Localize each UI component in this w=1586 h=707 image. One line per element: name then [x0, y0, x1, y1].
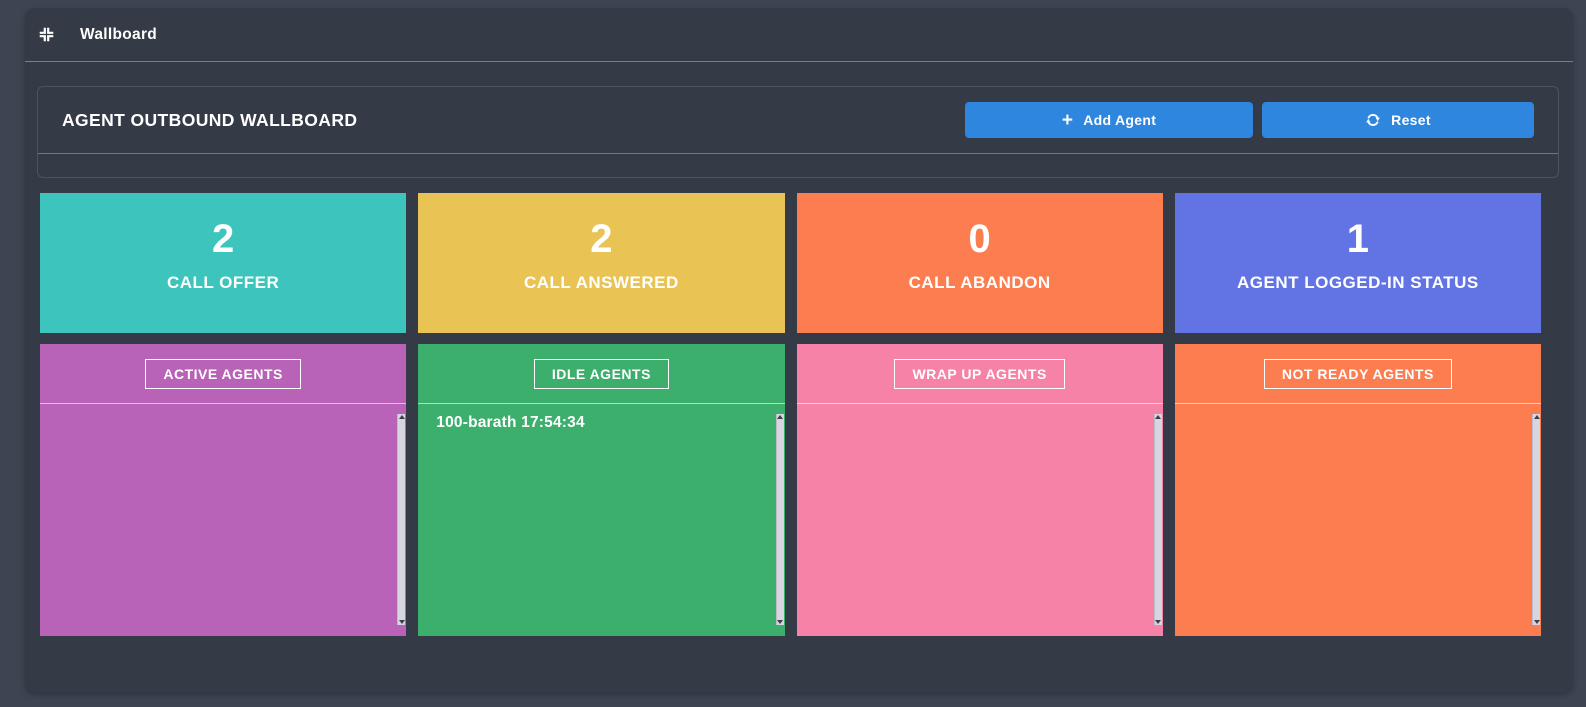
navbar: Wallboard: [25, 8, 1573, 62]
reset-button-label: Reset: [1391, 112, 1431, 128]
wrap-up-agents-list[interactable]: [796, 403, 1163, 636]
stats-row: 2 CALL OFFER 2 CALL ANSWERED 0 CALL ABAN…: [40, 193, 1541, 333]
agent-panel-idle-agents: IDLE AGENTS 100-barath 17:54:34: [418, 344, 785, 636]
plus-icon: +: [1061, 109, 1074, 131]
reset-button[interactable]: Reset: [1262, 102, 1534, 138]
add-agent-button-label: Add Agent: [1083, 112, 1157, 128]
wallboard-header-card-body: [38, 154, 1558, 177]
panel-label: IDLE AGENTS: [533, 358, 669, 389]
scrollbar[interactable]: [775, 414, 784, 625]
page-title: Wallboard: [80, 25, 158, 43]
agent-entry: 100-barath 17:54:34: [436, 414, 585, 431]
wallboard-header-row: AGENT OUTBOUND WALLBOARD + Add Agent Res…: [38, 87, 1558, 154]
stat-value: 1: [1346, 217, 1369, 261]
stat-card-call-abandon: 0 CALL ABANDON: [796, 193, 1163, 333]
scrollbar[interactable]: [397, 414, 406, 625]
active-agents-list[interactable]: [40, 403, 407, 636]
stat-value: 0: [968, 217, 991, 261]
panel-header: ACTIVE AGENTS: [40, 344, 406, 403]
panel-label: ACTIVE AGENTS: [145, 358, 301, 389]
stat-value: 2: [590, 217, 613, 261]
agent-panel-wrap-up-agents: WRAP UP AGENTS: [796, 344, 1163, 636]
panel-label: NOT READY AGENTS: [1263, 358, 1452, 389]
panel-label: WRAP UP AGENTS: [894, 358, 1065, 389]
agent-panel-not-ready-agents: NOT READY AGENTS: [1174, 344, 1541, 636]
idle-agents-list[interactable]: 100-barath 17:54:34: [418, 403, 785, 636]
scrollbar[interactable]: [1532, 414, 1540, 625]
stat-card-agent-logged-in-status: 1 AGENT LOGGED-IN STATUS: [1174, 193, 1541, 333]
compress-icon[interactable]: [37, 26, 55, 44]
agent-panel-active-agents: ACTIVE AGENTS: [40, 344, 407, 636]
stat-label: CALL ABANDON: [908, 273, 1051, 292]
refresh-icon: [1365, 112, 1381, 128]
app-container: Wallboard AGENT OUTBOUND WALLBOARD + Add…: [25, 8, 1573, 693]
add-agent-button[interactable]: + Add Agent: [965, 102, 1253, 138]
wallboard-header-card: AGENT OUTBOUND WALLBOARD + Add Agent Res…: [37, 86, 1559, 178]
panel-header: IDLE AGENTS: [418, 344, 784, 403]
agent-panels-row: ACTIVE AGENTS IDLE AGENTS 100-barath 17:…: [40, 344, 1541, 636]
page: { "navbar": { "title": "Wallboard" }, "w…: [0, 0, 1586, 707]
stat-label: AGENT LOGGED-IN STATUS: [1236, 273, 1479, 292]
not-ready-agents-list[interactable]: [1174, 403, 1541, 636]
wallboard-actions: + Add Agent Reset: [965, 102, 1534, 138]
stat-label: CALL ANSWERED: [523, 273, 679, 292]
panel-header: NOT READY AGENTS: [1175, 344, 1541, 403]
wallboard-title: AGENT OUTBOUND WALLBOARD: [62, 109, 358, 130]
stat-card-call-offer: 2 CALL OFFER: [40, 193, 407, 333]
stat-card-call-answered: 2 CALL ANSWERED: [418, 193, 785, 333]
stat-value: 2: [212, 217, 235, 261]
scrollbar[interactable]: [1153, 414, 1162, 625]
stat-label: CALL OFFER: [166, 273, 280, 292]
panel-header: WRAP UP AGENTS: [797, 344, 1163, 403]
